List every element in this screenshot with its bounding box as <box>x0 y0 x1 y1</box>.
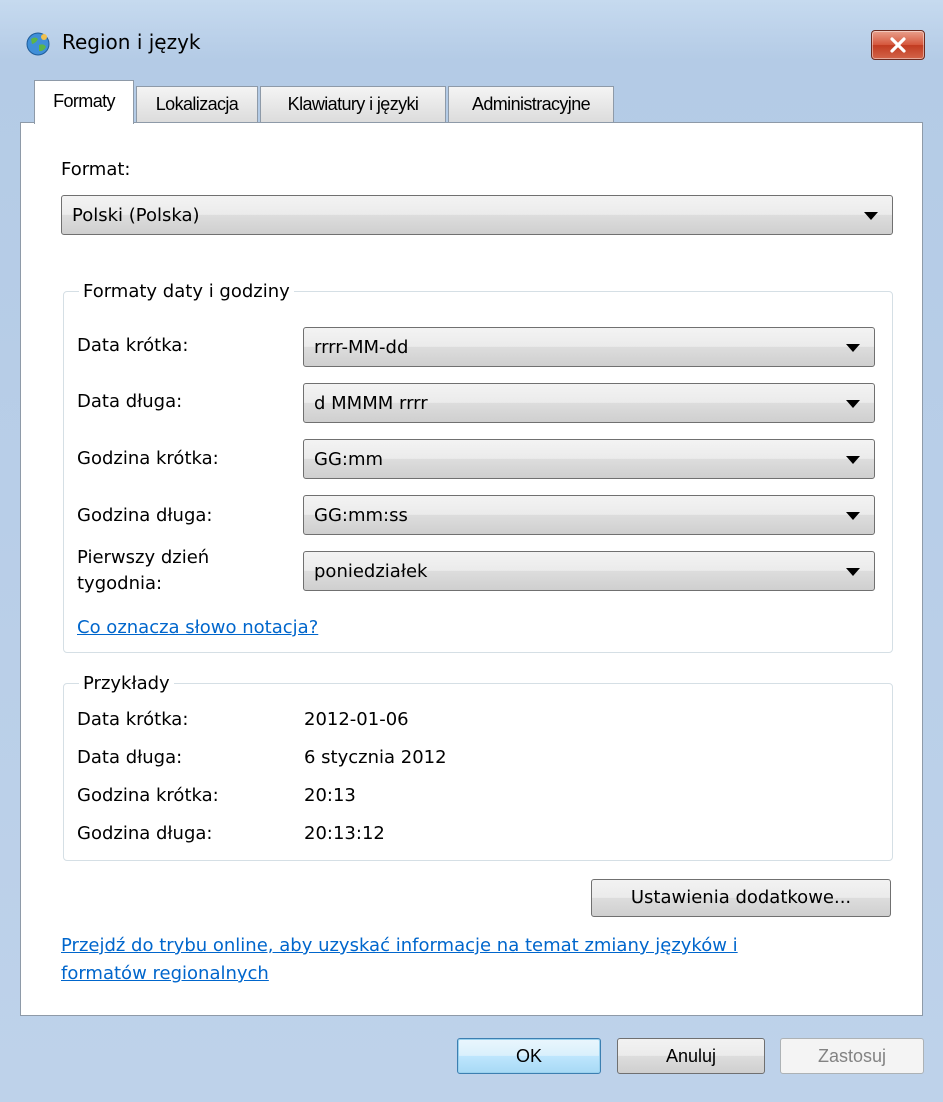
long-date-label: Data długa: <box>77 391 183 412</box>
tab-klawiatury-i-jezyki[interactable]: Klawiatury i języki <box>260 86 446 122</box>
tab-label: Administracyjne <box>471 94 591 114</box>
chevron-down-icon <box>846 512 860 520</box>
tab-formaty[interactable]: Formaty <box>34 80 134 124</box>
format-dropdown[interactable]: Polski (Polska) <box>61 195 893 235</box>
apply-button-label: Zastosuj <box>817 1046 887 1066</box>
tab-label: Lokalizacja <box>155 94 239 114</box>
window-title: Region i język <box>62 30 201 54</box>
example-long-time-value: 20:13:12 <box>304 823 385 844</box>
example-long-date-label: Data długa: <box>77 747 183 768</box>
example-long-time-label: Godzina długa: <box>77 823 213 844</box>
long-time-label: Godzina długa: <box>77 505 213 526</box>
chevron-down-icon <box>864 212 878 220</box>
additional-settings-button[interactable]: Ustawienia dodatkowe... <box>591 879 891 917</box>
ok-button-label: OK <box>515 1046 542 1066</box>
example-short-date-label: Data krótka: <box>77 709 189 730</box>
long-date-dropdown[interactable]: d MMMM rrrr <box>303 383 875 423</box>
format-label: Format: <box>61 159 131 180</box>
long-date-value: d MMMM rrrr <box>314 393 428 414</box>
short-time-label: Godzina krótka: <box>77 448 219 469</box>
short-time-dropdown[interactable]: GG:mm <box>303 439 875 479</box>
dialog-window: Region i język Formaty Lokalizacja Klawi… <box>0 0 943 1102</box>
chevron-down-icon <box>846 568 860 576</box>
tab-panel-formaty: Format: Polski (Polska) Formaty daty i g… <box>20 122 923 1016</box>
chevron-down-icon <box>846 344 860 352</box>
example-long-date-value: 6 stycznia 2012 <box>304 747 447 768</box>
example-short-date-value: 2012-01-06 <box>304 709 409 730</box>
short-date-label: Data krótka: <box>77 335 189 356</box>
examples-legend: Przykłady <box>79 673 174 694</box>
long-time-value: GG:mm:ss <box>314 505 408 526</box>
online-info-link-line2[interactable]: formatów regionalnych <box>61 963 269 984</box>
format-dropdown-value: Polski (Polska) <box>72 205 200 226</box>
cancel-button-label: Anuluj <box>665 1046 717 1066</box>
title-bar[interactable]: Region i język <box>0 0 943 80</box>
example-short-time-label: Godzina krótka: <box>77 785 219 806</box>
online-info-link-line1[interactable]: Przejdź do trybu online, aby uzyskać inf… <box>61 935 738 956</box>
first-day-label-line2: tygodnia: <box>77 573 163 594</box>
short-date-value: rrrr-MM-dd <box>314 337 409 358</box>
short-date-dropdown[interactable]: rrrr-MM-dd <box>303 327 875 367</box>
notation-help-link[interactable]: Co oznacza słowo notacja? <box>77 617 318 638</box>
chevron-down-icon <box>846 400 860 408</box>
tab-label: Klawiatury i języki <box>287 94 419 114</box>
first-day-value: poniedziałek <box>314 561 428 582</box>
ok-button[interactable]: OK <box>457 1038 601 1074</box>
short-time-value: GG:mm <box>314 449 384 470</box>
cancel-button[interactable]: Anuluj <box>617 1038 765 1074</box>
apply-button[interactable]: Zastosuj <box>780 1038 924 1074</box>
first-day-dropdown[interactable]: poniedziałek <box>303 551 875 591</box>
additional-settings-button-label: Ustawienia dodatkowe... <box>630 887 852 908</box>
first-day-label-line1: Pierwszy dzień <box>77 547 210 568</box>
globe-region-icon <box>24 30 52 58</box>
close-button[interactable] <box>871 30 925 60</box>
tab-lokalizacja[interactable]: Lokalizacja <box>136 86 258 122</box>
date-time-formats-legend: Formaty daty i godziny <box>79 281 294 302</box>
long-time-dropdown[interactable]: GG:mm:ss <box>303 495 875 535</box>
tab-administracyjne[interactable]: Administracyjne <box>448 86 614 122</box>
chevron-down-icon <box>846 456 860 464</box>
tab-label: Formaty <box>53 91 115 111</box>
example-short-time-value: 20:13 <box>304 785 356 806</box>
close-icon <box>890 37 906 53</box>
